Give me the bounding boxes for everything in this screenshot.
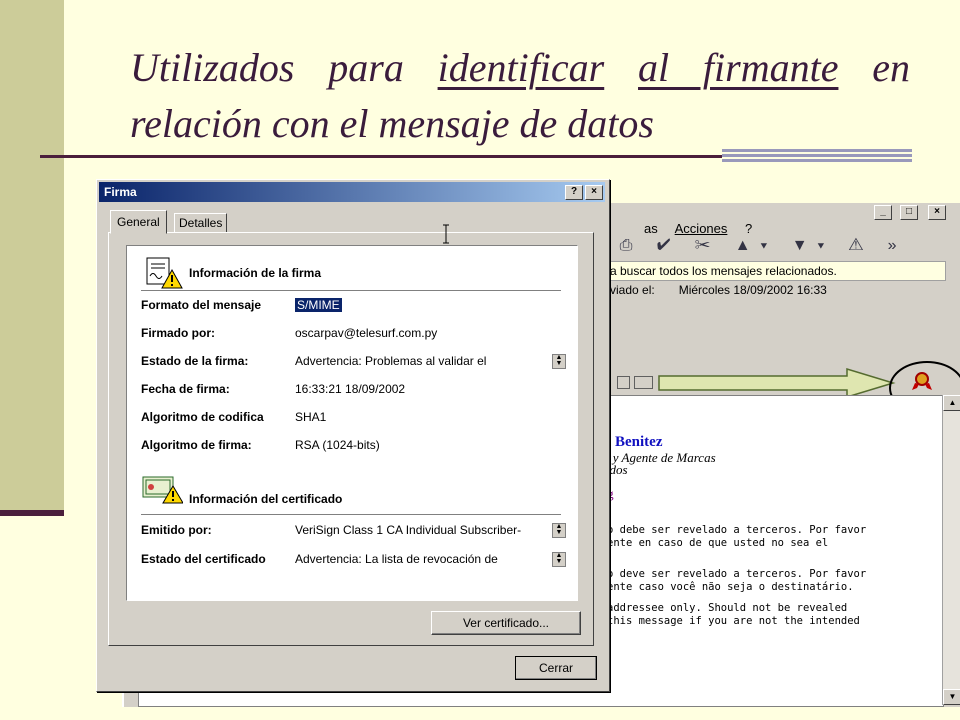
info-banner[interactable]: a buscar todos los mensajes relacionados… — [607, 261, 946, 281]
pointer-arrow-icon — [658, 368, 896, 398]
sent-label: viado el: — [610, 283, 655, 297]
field-value[interactable]: 16:33:21 18/09/2002 — [295, 382, 545, 396]
spin-arrows-icon[interactable]: ▲ ▼ — [552, 354, 566, 369]
body-line: o deve ser revelado a terceros. Por favo… — [607, 568, 867, 580]
scroll-down-arrow-icon[interactable]: ▼ — [943, 689, 960, 705]
section-divider — [141, 290, 561, 291]
field-label: Estado del certificado — [141, 552, 266, 566]
certificate-section-title: Información del certificado — [189, 492, 343, 506]
field-value[interactable]: SHA1 — [295, 410, 545, 424]
header-icon-button[interactable] — [634, 376, 653, 389]
field-label: Estado de la firma: — [141, 354, 249, 368]
sent-header: viado el: Miércoles 18/09/2002 16:33 — [610, 283, 827, 297]
spin-arrows-icon[interactable]: ▲ ▼ — [552, 552, 566, 567]
tab-panel: Información de la firma Formato del mens… — [108, 232, 594, 646]
menu-item-acciones[interactable]: Acciones — [675, 221, 728, 236]
text-cursor-icon — [443, 224, 449, 244]
slide-left-bar-underline — [0, 510, 64, 516]
field-label: Algoritmo de codifica — [141, 410, 264, 424]
field-value[interactable]: RSA (1024-bits) — [295, 438, 545, 452]
field-label: Emitido por: — [141, 523, 212, 537]
dialog-titlebar[interactable]: Firma ? × — [99, 182, 605, 202]
body-line: ente en caso de que usted no sea el — [607, 537, 829, 549]
menu-item-help[interactable]: ? — [745, 221, 752, 236]
message-scrollbar[interactable]: ▲ ▼ — [942, 395, 960, 705]
window-close-button[interactable]: × — [928, 205, 946, 220]
body-line: ente caso você não seja o destinatário. — [607, 581, 854, 593]
header-icon-button[interactable] — [617, 376, 630, 389]
field-value[interactable]: Advertencia: Problemas al validar el — [295, 354, 535, 368]
signed-document-warning-icon — [146, 257, 183, 289]
slide-title: Utilizados para identificar al firmante … — [130, 45, 910, 146]
title-divider-accent — [722, 149, 912, 164]
message-toolbar[interactable]: ▪⎙ ✔ ✂ ▲▾ ▼▾ ⚠ » — [604, 237, 954, 259]
field-value[interactable]: Advertencia: La lista de revocación de — [295, 552, 535, 566]
field-value[interactable]: oscarpav@telesurf.com.py — [295, 326, 545, 340]
dialog-title: Firma — [104, 185, 137, 199]
field-value[interactable]: S/MIME — [295, 298, 545, 312]
body-line: this message if you are not the intended — [607, 615, 860, 627]
signature-section-title: Información de la firma — [189, 266, 322, 280]
signature-seal-icon[interactable] — [909, 371, 935, 391]
field-value[interactable]: VeriSign Class 1 CA Individual Subscribe… — [295, 523, 545, 537]
slide-left-bar — [0, 0, 64, 512]
minimize-button[interactable]: _ — [874, 205, 892, 220]
close-dialog-button[interactable]: Cerrar — [515, 656, 597, 680]
section-divider — [141, 514, 561, 515]
field-label: Fecha de firma: — [141, 382, 230, 396]
body-line: o debe ser revelado a terceros. Por favo… — [607, 524, 867, 536]
scroll-up-arrow-icon[interactable]: ▲ — [943, 395, 960, 411]
tab-general[interactable]: General — [110, 210, 167, 234]
maximize-button[interactable]: □ — [900, 205, 918, 220]
body-line: addressee only. Should not be revealed — [607, 602, 848, 614]
certificate-warning-icon — [142, 476, 183, 504]
signature-info-area: Información de la firma Formato del mens… — [126, 245, 578, 601]
signature-name: Benitez — [615, 434, 663, 450]
sent-value: Miércoles 18/09/2002 16:33 — [678, 283, 827, 297]
field-label: Algoritmo de firma: — [141, 438, 252, 452]
tab-detalles[interactable]: Detalles — [174, 213, 228, 233]
view-certificate-button[interactable]: Ver certificado... — [431, 611, 581, 635]
field-label: Firmado por: — [141, 326, 215, 340]
menu-item-herramientas[interactable]: as — [644, 221, 658, 236]
close-button[interactable]: × — [585, 185, 603, 200]
help-button[interactable]: ? — [565, 185, 583, 200]
menu-bar: as Acciones ? — [644, 221, 766, 236]
field-label: Formato del mensaje — [141, 298, 262, 312]
spin-arrows-icon[interactable]: ▲ ▼ — [552, 523, 566, 538]
signature-dialog: Firma ? × General Detalles Información d… — [96, 179, 610, 692]
